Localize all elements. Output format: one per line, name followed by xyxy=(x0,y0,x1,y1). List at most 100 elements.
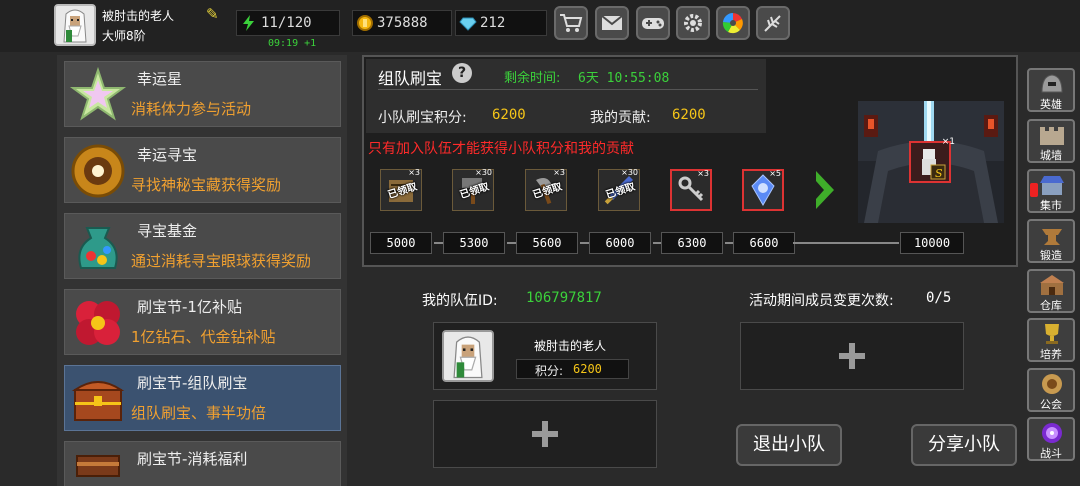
player-rank: 大师8阶 xyxy=(102,29,146,43)
event-title: 寻宝基金 xyxy=(137,222,198,240)
event-item-lucky-treasure[interactable]: 幸运寻宝 寻找神秘宝藏获得奖励 xyxy=(64,137,341,203)
sidebar-label: 培养 xyxy=(1040,348,1062,361)
top-bar: 被肘击的老人 大师8阶 ✎ 11/120 09:19 +1 375888 212 xyxy=(0,0,1080,52)
event-item-lucky-star[interactable]: 幸运星 消耗体力参与活动 xyxy=(64,61,341,127)
team-member-card[interactable]: 被肘击的老人 积分: 6200 xyxy=(433,322,657,390)
svg-text:S: S xyxy=(935,167,943,180)
reward-quantity: ×5 xyxy=(769,169,781,178)
player-name: 被肘击的老人 xyxy=(102,9,175,23)
sidebar-wall-button[interactable]: 城墙 xyxy=(1027,119,1075,163)
event-desc: 寻找神秘宝藏获得奖励 xyxy=(131,176,282,194)
treasure-bag-icon xyxy=(78,227,118,269)
treasure-chest-icon xyxy=(71,381,125,421)
sidebar-training-button[interactable]: 培养 xyxy=(1027,318,1075,362)
team-score-value: 6200 xyxy=(492,107,526,123)
player-avatar[interactable] xyxy=(54,4,96,46)
remaining-time-value: 6天 10:55:08 xyxy=(578,71,670,86)
help-icon[interactable]: ? xyxy=(452,63,472,83)
milestone-5: 6300 xyxy=(661,232,723,254)
gift-chest-icon xyxy=(76,455,120,477)
leave-team-button[interactable]: 退出小队 xyxy=(736,424,842,466)
settings-gear-icon xyxy=(684,14,702,32)
reward-slot-2[interactable]: ×30 已领取 xyxy=(452,168,494,211)
milestone-final: 10000 xyxy=(900,232,964,254)
plus-icon xyxy=(532,421,558,447)
sidebar-label: 公会 xyxy=(1040,398,1062,411)
reward-slot-1[interactable]: ×3 已领取 xyxy=(380,168,422,211)
event-desc: 组队刷宝、事半功倍 xyxy=(131,404,267,422)
event-list[interactable]: 幸运星 消耗体力参与活动 幸运寻宝 寻找神秘宝藏获得奖励 寻宝基金 通过消耗寻宝… xyxy=(57,55,347,486)
contribution-label: 我的贡献: xyxy=(590,110,651,126)
team-id-label: 我的队伍ID: xyxy=(422,293,498,309)
remaining-time-label: 剩余时间: xyxy=(504,71,561,86)
team-hunt-header: 组队刷宝 ? 剩余时间: 6天 10:55:08 小队刷宝积分: 6200 我的… xyxy=(366,59,766,133)
sidebar-market-button[interactable]: 集市 xyxy=(1027,169,1075,213)
reward-slot-3[interactable]: ×3 已领取 xyxy=(525,168,567,211)
mail-icon xyxy=(601,15,623,30)
event-item-team-hunt[interactable]: 刷宝节-组队刷宝 组队刷宝、事半功倍 xyxy=(64,365,341,431)
member-score-label: 积分: xyxy=(535,364,564,378)
sidebar-label: 集市 xyxy=(1040,199,1062,212)
energy-lightning-icon xyxy=(243,15,254,31)
mail-button[interactable] xyxy=(595,6,629,40)
share-team-button[interactable]: 分享小队 xyxy=(911,424,1017,466)
empty-member-slot[interactable] xyxy=(433,400,657,468)
reward-slot-6[interactable]: ×5 xyxy=(742,169,784,211)
final-reward-slot[interactable]: S ×1 xyxy=(909,137,955,183)
join-team-warning: 只有加入队伍才能获得小队积分和我的贡献 xyxy=(368,141,634,157)
empty-member-slot[interactable] xyxy=(740,322,964,390)
golden-disc-icon xyxy=(71,144,125,198)
event-item-spending-bonus[interactable]: 刷宝节-消耗福利 xyxy=(64,441,341,486)
sidebar-battle-button[interactable]: 战斗 xyxy=(1027,417,1075,461)
notification-badge xyxy=(1030,183,1038,197)
gem-counter: 212 xyxy=(455,10,547,36)
event-item-treasure-fund[interactable]: 寻宝基金 通过消耗寻宝眼球获得奖励 xyxy=(64,213,341,279)
feather-button[interactable] xyxy=(756,6,790,40)
sidebar-warehouse-button[interactable]: 仓库 xyxy=(1027,269,1075,313)
contribution-value: 6200 xyxy=(672,107,706,123)
sidebar-label: 城墙 xyxy=(1040,149,1062,162)
sidebar-label: 锻造 xyxy=(1040,249,1062,262)
member-name: 被肘击的老人 xyxy=(534,339,607,353)
member-avatar xyxy=(442,330,494,382)
milestone-6: 6600 xyxy=(733,232,795,254)
member-score-value: 6200 xyxy=(573,362,602,376)
guild-icon xyxy=(1042,374,1062,394)
red-flower-icon xyxy=(76,301,120,345)
sidebar-label: 仓库 xyxy=(1040,299,1062,312)
sidebar-label: 战斗 xyxy=(1040,447,1062,460)
sidebar-forge-button[interactable]: 锻造 xyxy=(1027,219,1075,263)
next-arrow-icon[interactable] xyxy=(812,167,838,213)
wall-icon xyxy=(1040,127,1064,145)
final-reward-quantity: ×1 xyxy=(941,137,955,147)
sidebar-guild-button[interactable]: 公会 xyxy=(1027,368,1075,412)
shop-cart-icon xyxy=(560,14,583,32)
helmet-icon xyxy=(1041,74,1063,93)
plus-icon xyxy=(839,343,865,369)
gold-counter: 375888 xyxy=(352,10,452,36)
reward-slot-4[interactable]: ×30 已领取 xyxy=(598,168,640,211)
settings-button[interactable] xyxy=(676,6,710,40)
event-item-subsidy[interactable]: 刷宝节-1亿补贴 1亿钻石、代金钻补贴 xyxy=(64,289,341,355)
edit-name-icon[interactable]: ✎ xyxy=(206,6,222,22)
sidebar-label: 英雄 xyxy=(1040,98,1062,111)
market-icon xyxy=(1040,176,1064,195)
event-title: 刷宝节-1亿补贴 xyxy=(137,298,242,316)
reward-slot-5[interactable]: ×3 xyxy=(670,169,712,211)
milestone-4: 6000 xyxy=(589,232,651,254)
color-wheel-button[interactable] xyxy=(716,6,750,40)
gamepad-button[interactable] xyxy=(636,6,670,40)
diamond-icon xyxy=(459,17,477,31)
event-title: 幸运寻宝 xyxy=(137,146,198,164)
star-icon xyxy=(69,66,127,121)
sidebar-hero-button[interactable]: 英雄 xyxy=(1027,68,1075,112)
event-desc: 消耗体力参与活动 xyxy=(131,100,252,118)
hero-card-icon: S xyxy=(922,149,946,180)
member-changes-label: 活动期间成员变更次数: xyxy=(749,293,894,309)
shop-cart-button[interactable] xyxy=(554,6,588,40)
feather-icon xyxy=(764,15,781,32)
milestone-3: 5600 xyxy=(516,232,578,254)
energy-value: 11/120 xyxy=(261,15,312,31)
team-id-value: 106797817 xyxy=(526,290,602,306)
event-title: 刷宝节-消耗福利 xyxy=(137,450,248,468)
